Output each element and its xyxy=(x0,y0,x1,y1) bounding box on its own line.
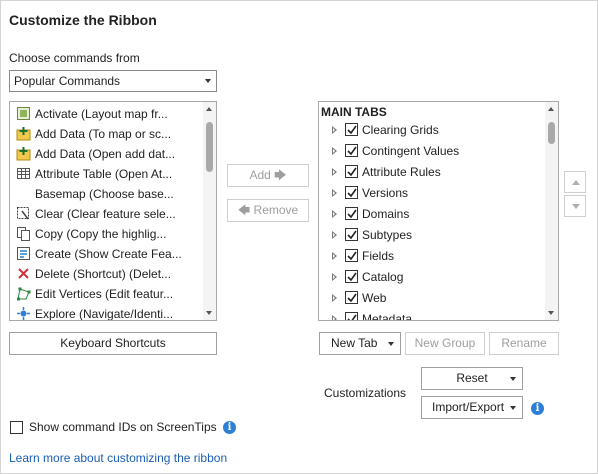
expand-arrow-icon[interactable] xyxy=(332,168,337,176)
info-icon[interactable]: i xyxy=(223,421,236,434)
tree-item[interactable]: Metadata xyxy=(319,309,545,320)
list-item[interactable]: Create (Show Create Fea... xyxy=(10,244,202,264)
tree-item[interactable]: Versions xyxy=(319,183,545,204)
commands-list[interactable]: Activate (Layout map fr... Add Data (To … xyxy=(9,101,217,321)
scroll-up-icon[interactable] xyxy=(548,107,554,111)
show-command-ids-label: Show command IDs on ScreenTips xyxy=(29,420,217,434)
tree-item[interactable]: Web xyxy=(319,288,545,309)
chevron-down-icon[interactable] xyxy=(510,406,516,410)
scroll-thumb[interactable] xyxy=(548,122,555,144)
chevron-down-icon[interactable] xyxy=(510,377,516,381)
add-data-icon xyxy=(16,146,31,161)
checkbox[interactable] xyxy=(345,270,358,283)
move-up-icon xyxy=(572,180,580,185)
clear-selection-icon xyxy=(16,206,31,221)
commands-source-select[interactable]: Popular Commands xyxy=(9,70,217,92)
import-export-button[interactable]: Import/Export xyxy=(421,396,523,419)
tree-item[interactable]: Attribute Rules xyxy=(319,162,545,183)
expand-arrow-icon[interactable] xyxy=(332,147,337,155)
move-up-button[interactable] xyxy=(564,171,586,193)
list-item[interactable]: Delete (Shortcut) (Delet... xyxy=(10,264,202,284)
table-icon xyxy=(16,166,31,181)
scroll-thumb[interactable] xyxy=(206,122,213,172)
tree-item[interactable]: Contingent Values xyxy=(319,141,545,162)
remove-button[interactable]: 🡄 Remove xyxy=(227,199,309,222)
chevron-down-icon xyxy=(205,79,211,83)
expand-arrow-icon[interactable] xyxy=(332,189,337,197)
list-item[interactable]: Add Data (Open add dat... xyxy=(10,144,202,164)
add-button[interactable]: Add 🡆 xyxy=(227,164,309,187)
expand-arrow-icon[interactable] xyxy=(332,252,337,260)
scroll-down-icon[interactable] xyxy=(548,311,554,315)
copy-icon xyxy=(16,226,31,241)
arrow-right-icon: 🡆 xyxy=(274,168,287,182)
page-title: Customize the Ribbon xyxy=(9,12,157,28)
list-item[interactable]: Clear (Clear feature sele... xyxy=(10,204,202,224)
expand-arrow-icon[interactable] xyxy=(332,294,337,302)
expand-arrow-icon[interactable] xyxy=(332,231,337,239)
tree-item[interactable]: Subtypes xyxy=(319,225,545,246)
list-item[interactable]: Attribute Table (Open At... xyxy=(10,164,202,184)
checkbox[interactable] xyxy=(345,291,358,304)
checkbox[interactable] xyxy=(345,144,358,157)
checkbox[interactable] xyxy=(345,249,358,262)
ribbon-tabs-tree[interactable]: MAIN TABS Clearing Grids Contingent Valu… xyxy=(318,101,559,321)
tree-scrollbar[interactable] xyxy=(545,102,558,320)
list-item[interactable]: Activate (Layout map fr... xyxy=(10,104,202,124)
list-item[interactable]: Explore (Navigate/Identi... xyxy=(10,304,202,320)
create-features-icon xyxy=(16,246,31,261)
expand-arrow-icon[interactable] xyxy=(332,273,337,281)
tree-item[interactable]: Clearing Grids xyxy=(319,120,545,141)
tree-item[interactable]: Catalog xyxy=(319,267,545,288)
edit-vertices-icon xyxy=(16,286,31,301)
activate-icon xyxy=(16,106,31,121)
tree-item[interactable]: Fields xyxy=(319,246,545,267)
list-item[interactable]: Add Data (To map or sc... xyxy=(10,124,202,144)
new-group-button[interactable]: New Group xyxy=(405,332,485,355)
customizations-label: Customizations xyxy=(324,386,407,400)
checkbox[interactable] xyxy=(345,228,358,241)
show-command-ids-checkbox[interactable] xyxy=(10,421,23,434)
expand-arrow-icon[interactable] xyxy=(332,315,337,320)
add-data-icon xyxy=(16,126,31,141)
expand-arrow-icon[interactable] xyxy=(332,126,337,134)
tree-item[interactable]: Domains xyxy=(319,204,545,225)
list-item[interactable]: Basemap (Choose base... xyxy=(10,184,202,204)
learn-more-link[interactable]: Learn more about customizing the ribbon xyxy=(9,451,227,465)
arrow-left-icon: 🡄 xyxy=(237,203,251,217)
move-down-button[interactable] xyxy=(564,195,586,217)
checkbox[interactable] xyxy=(345,207,358,220)
commands-source-value: Popular Commands xyxy=(14,74,121,88)
delete-icon xyxy=(16,266,31,281)
scroll-down-icon[interactable] xyxy=(206,311,212,315)
checkbox[interactable] xyxy=(345,312,358,320)
checkbox[interactable] xyxy=(345,165,358,178)
rename-button[interactable]: Rename xyxy=(489,332,559,355)
expand-arrow-icon[interactable] xyxy=(332,210,337,218)
info-icon[interactable]: i xyxy=(531,402,544,415)
checkbox[interactable] xyxy=(345,186,358,199)
new-tab-button[interactable]: New Tab xyxy=(319,332,401,355)
explore-icon xyxy=(16,306,31,320)
checkbox[interactable] xyxy=(345,123,358,136)
choose-commands-label: Choose commands from xyxy=(9,51,140,65)
list-item[interactable]: Edit Vertices (Edit featur... xyxy=(10,284,202,304)
reset-button[interactable]: Reset xyxy=(421,367,523,390)
chevron-down-icon[interactable] xyxy=(388,342,394,346)
move-down-icon xyxy=(572,204,580,209)
commands-scrollbar[interactable] xyxy=(203,102,216,320)
scroll-up-icon[interactable] xyxy=(206,107,212,111)
tree-header: MAIN TABS xyxy=(321,105,387,119)
keyboard-shortcuts-button[interactable]: Keyboard Shortcuts xyxy=(9,332,217,355)
list-item[interactable]: Copy (Copy the highlig... xyxy=(10,224,202,244)
